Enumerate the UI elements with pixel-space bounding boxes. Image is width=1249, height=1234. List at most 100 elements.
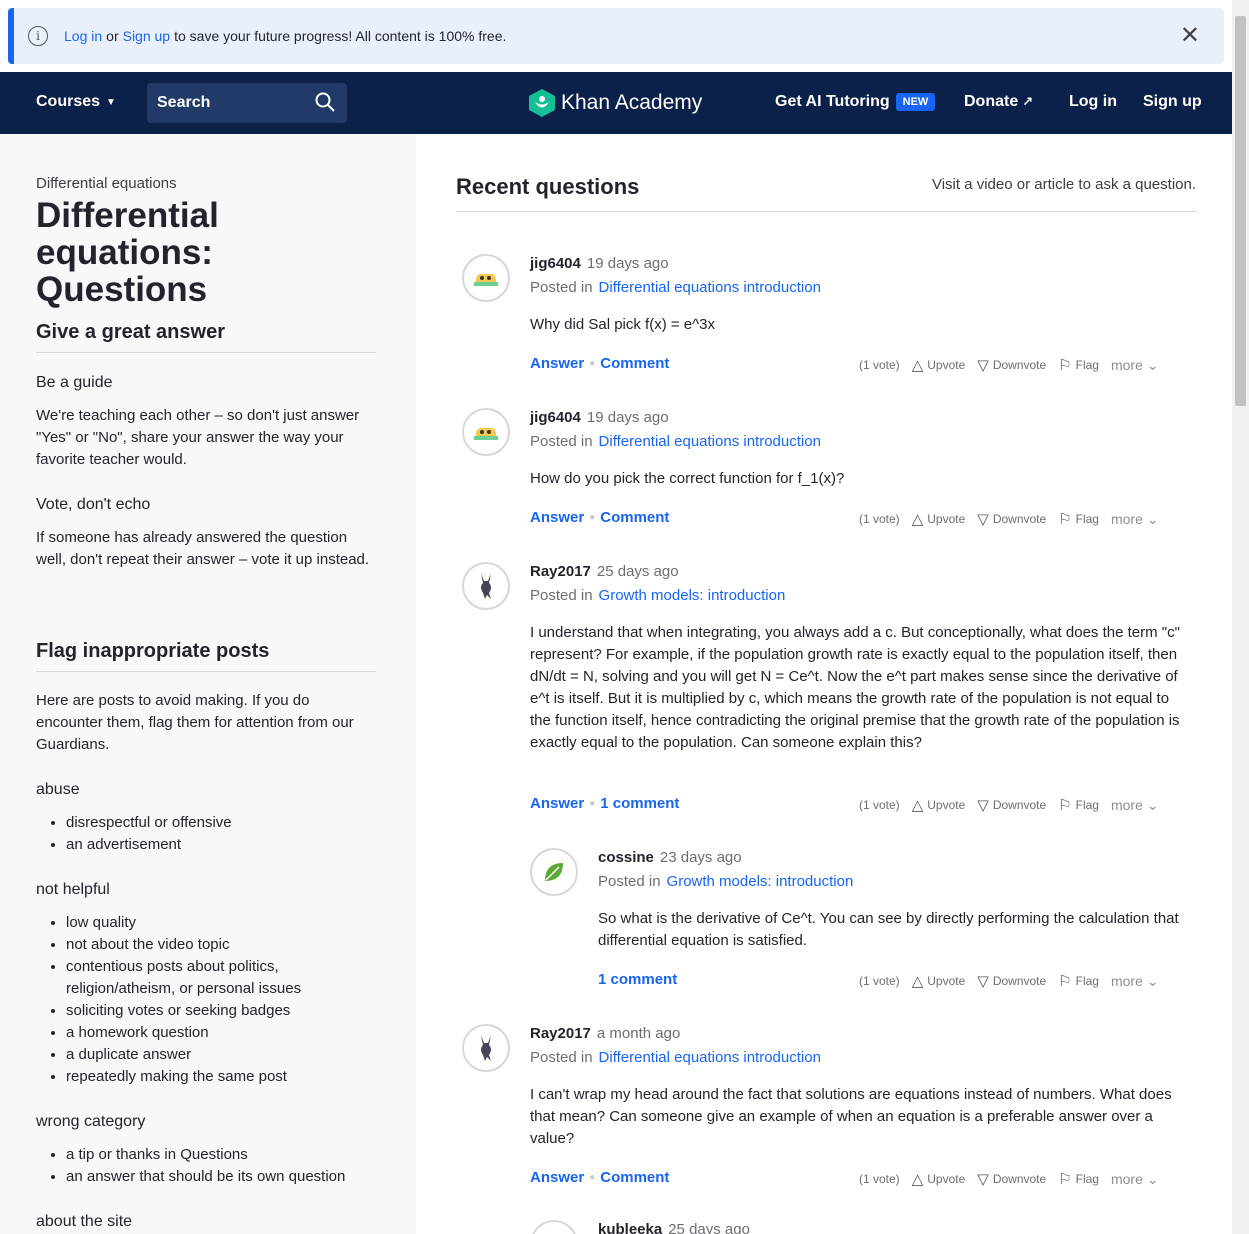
vote-text: If someone has already answered the ques…: [36, 529, 370, 568]
donate-link[interactable]: Donate ↗: [964, 93, 1033, 111]
avatar-icon: [474, 428, 498, 440]
downvote-button[interactable]: Downvote: [993, 512, 1046, 526]
flag-icon[interactable]: ⚐: [1058, 796, 1071, 814]
chevron-down-icon[interactable]: ⌄: [1147, 973, 1159, 990]
avatar[interactable]: [530, 848, 578, 896]
answer-button[interactable]: Answer: [530, 509, 584, 526]
list-item: a duplicate answer: [66, 1044, 372, 1066]
more-menu[interactable]: more: [1111, 511, 1143, 527]
avatar[interactable]: [530, 1220, 578, 1234]
more-menu[interactable]: more: [1111, 797, 1143, 813]
username[interactable]: kubleeka: [598, 1221, 662, 1234]
upvote-icon[interactable]: △: [912, 972, 924, 990]
upvote-button[interactable]: Upvote: [927, 1172, 965, 1186]
answer-button[interactable]: Answer: [530, 1169, 584, 1186]
upvote-icon[interactable]: △: [912, 1170, 924, 1188]
upvote-icon[interactable]: △: [912, 356, 924, 374]
flag-button[interactable]: Flag: [1076, 358, 1099, 372]
chevron-down-icon[interactable]: ⌄: [1147, 511, 1159, 528]
avatar[interactable]: [462, 408, 510, 456]
give-answer-heading: Give a great answer: [36, 321, 376, 353]
more-menu[interactable]: more: [1111, 973, 1143, 989]
comment-button[interactable]: Comment: [600, 1169, 669, 1186]
posted-in: Posted in Growth models: introduction: [598, 873, 853, 890]
flag-button[interactable]: Flag: [1076, 798, 1099, 812]
upvote-icon[interactable]: △: [912, 796, 924, 814]
upvote-icon[interactable]: △: [912, 510, 924, 528]
courses-menu[interactable]: Courses ▼: [36, 93, 116, 111]
scrollbar-thumb[interactable]: [1235, 16, 1246, 406]
upvote-button[interactable]: Upvote: [927, 974, 965, 988]
topic-link[interactable]: Growth models: introduction: [599, 587, 786, 604]
downvote-icon[interactable]: ▽: [977, 356, 989, 374]
timestamp[interactable]: 19 days ago: [587, 255, 669, 272]
timestamp[interactable]: a month ago: [597, 1025, 680, 1042]
page-title: Differential equations: Questions: [36, 196, 219, 309]
avatar[interactable]: [462, 1024, 510, 1072]
chevron-down-icon[interactable]: ⌄: [1147, 1171, 1159, 1188]
flag-icon[interactable]: ⚐: [1058, 356, 1071, 374]
topic-link[interactable]: Differential equations introduction: [599, 433, 821, 450]
username[interactable]: jig6404: [530, 409, 581, 426]
banner-login-link[interactable]: Log in: [64, 28, 102, 44]
signup-link[interactable]: Sign up: [1143, 93, 1202, 111]
flag-button[interactable]: Flag: [1076, 974, 1099, 988]
username[interactable]: jig6404: [530, 255, 581, 272]
avatar[interactable]: [462, 254, 510, 302]
topic-link[interactable]: Differential equations introduction: [599, 1049, 821, 1066]
flag-icon[interactable]: ⚐: [1058, 510, 1071, 528]
login-link[interactable]: Log in: [1069, 93, 1117, 111]
breadcrumb[interactable]: Differential equations: [36, 175, 177, 192]
flag-button[interactable]: Flag: [1076, 1172, 1099, 1186]
downvote-icon[interactable]: ▽: [977, 1170, 989, 1188]
flag-icon[interactable]: ⚐: [1058, 972, 1071, 990]
topic-link[interactable]: Growth models: introduction: [667, 873, 854, 890]
list-item: soliciting votes or seeking badges: [66, 1000, 372, 1022]
upvote-button[interactable]: Upvote: [927, 358, 965, 372]
khan-academy-logo[interactable]: Khan Academy: [529, 89, 702, 117]
username[interactable]: Ray2017: [530, 1025, 591, 1042]
answer-button[interactable]: Answer: [530, 795, 584, 812]
search-icon[interactable]: [315, 92, 335, 112]
signup-banner: i Log in or Sign up to save your future …: [8, 8, 1224, 64]
answer-button[interactable]: Answer: [530, 355, 584, 372]
separator-dot: ●: [589, 1172, 596, 1183]
scrollbar[interactable]: [1232, 0, 1249, 1234]
vote-count: (1 vote): [859, 358, 900, 372]
avatar[interactable]: [462, 562, 510, 610]
ai-tutoring-label: Get AI Tutoring: [775, 93, 890, 110]
timestamp[interactable]: 25 days ago: [597, 563, 679, 580]
upvote-button[interactable]: Upvote: [927, 798, 965, 812]
chevron-down-icon[interactable]: ⌄: [1147, 797, 1159, 814]
comment-button[interactable]: 1 comment: [598, 971, 677, 988]
upvote-button[interactable]: Upvote: [927, 512, 965, 526]
search-input[interactable]: Search: [147, 83, 347, 123]
downvote-icon[interactable]: ▽: [977, 510, 989, 528]
timestamp[interactable]: 19 days ago: [587, 409, 669, 426]
posted-in-label: Posted in: [530, 279, 593, 296]
downvote-button[interactable]: Downvote: [993, 1172, 1046, 1186]
comment-button[interactable]: Comment: [600, 509, 669, 526]
more-menu[interactable]: more: [1111, 357, 1143, 373]
banner-signup-link[interactable]: Sign up: [123, 28, 170, 44]
username[interactable]: cossine: [598, 849, 654, 866]
chevron-down-icon[interactable]: ⌄: [1147, 357, 1159, 374]
more-menu[interactable]: more: [1111, 1171, 1143, 1187]
downvote-icon[interactable]: ▽: [977, 972, 989, 990]
topic-link[interactable]: Differential equations introduction: [599, 279, 821, 296]
downvote-button[interactable]: Downvote: [993, 798, 1046, 812]
timestamp[interactable]: 23 days ago: [660, 849, 742, 866]
downvote-button[interactable]: Downvote: [993, 974, 1046, 988]
comment-button[interactable]: 1 comment: [600, 795, 679, 812]
flag-button[interactable]: Flag: [1076, 512, 1099, 526]
downvote-icon[interactable]: ▽: [977, 796, 989, 814]
downvote-button[interactable]: Downvote: [993, 358, 1046, 372]
ai-tutoring-link[interactable]: Get AI Tutoring NEW: [775, 93, 936, 111]
timestamp[interactable]: 25 days ago: [668, 1221, 750, 1234]
flag-icon[interactable]: ⚐: [1058, 1170, 1071, 1188]
close-icon[interactable]: ✕: [1180, 24, 1200, 48]
username[interactable]: Ray2017: [530, 563, 591, 580]
comment-button[interactable]: Comment: [600, 355, 669, 372]
guidelines-sidebar: Differential equations Differential equa…: [0, 134, 416, 1234]
guide-title: Be a guide: [36, 374, 113, 391]
